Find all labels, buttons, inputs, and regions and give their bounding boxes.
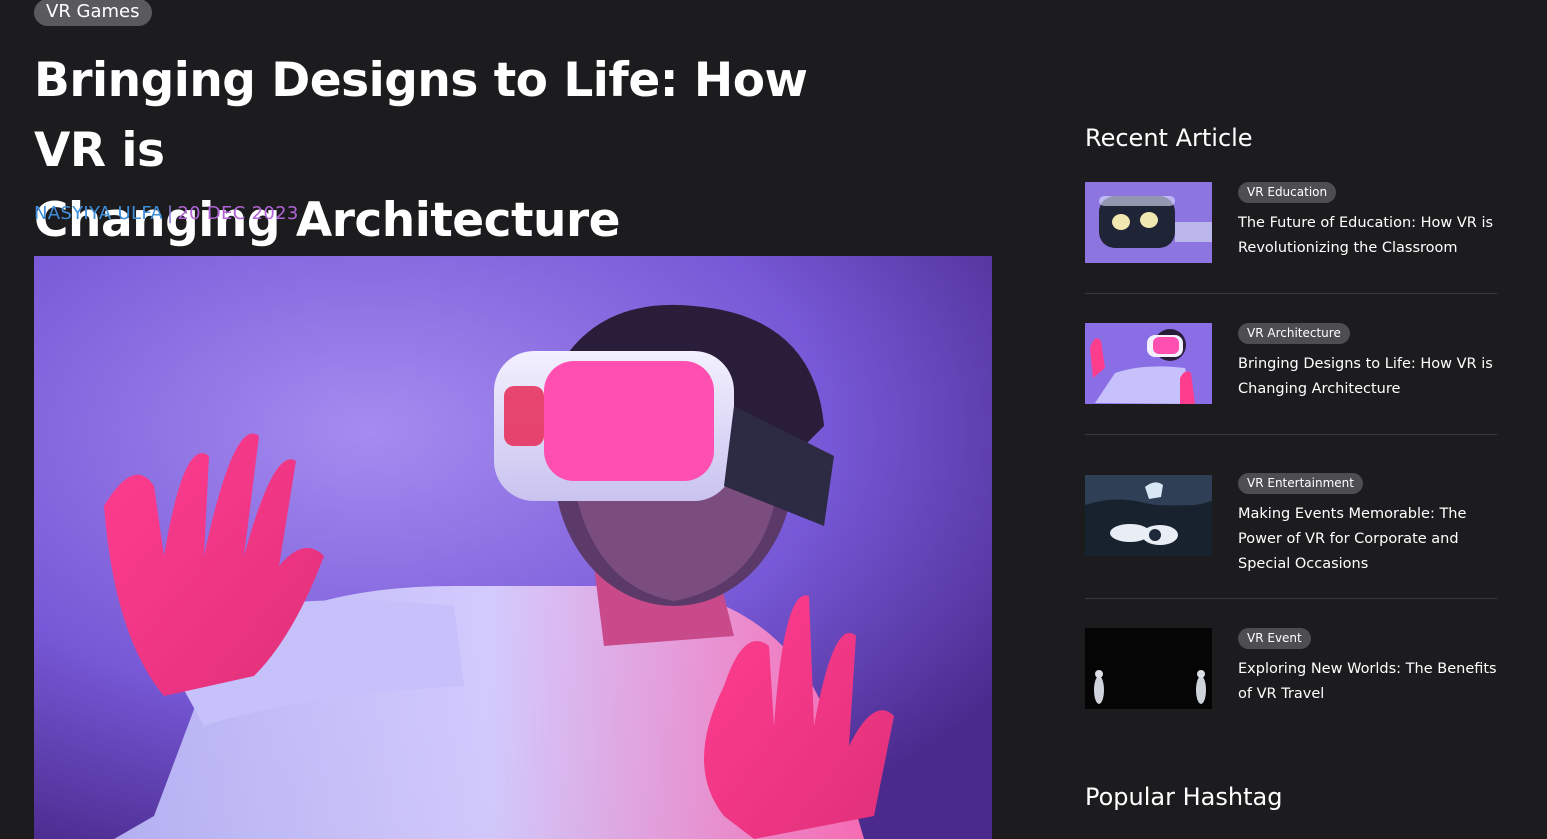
article-thumbnail[interactable]: [1085, 323, 1212, 404]
article-title-link[interactable]: The Future of Education: How VR is Revol…: [1238, 211, 1500, 261]
article-title-link[interactable]: Making Events Memorable: The Power of VR…: [1238, 502, 1500, 577]
article-title-line-1: Bringing Designs to Life: How VR is: [34, 53, 808, 178]
article-tag[interactable]: VR Education: [1238, 182, 1337, 203]
list-divider: [1085, 293, 1497, 294]
article-tag[interactable]: VR Architecture: [1238, 323, 1350, 344]
article-tag[interactable]: VR Entertainment: [1238, 473, 1363, 494]
article-tag[interactable]: VR Event: [1238, 628, 1311, 649]
recent-article-heading: Recent Article: [1085, 124, 1253, 152]
byline-separator: |: [166, 203, 174, 224]
publish-date: 20 DEC 2023: [177, 203, 299, 224]
author-name[interactable]: NASYIYA ULFA: [34, 203, 163, 224]
article-title-link[interactable]: Bringing Designs to Life: How VR is Chan…: [1238, 352, 1500, 402]
article-thumbnail[interactable]: [1085, 182, 1212, 263]
article-page: VR Games Bringing Designs to Life: How V…: [0, 0, 1547, 839]
article-thumbnail[interactable]: [1085, 475, 1212, 556]
byline: NASYIYA ULFA | 20 DEC 2023: [34, 203, 299, 224]
hero-illustration: [34, 256, 992, 839]
article-title-link[interactable]: Exploring New Worlds: The Benefits of VR…: [1238, 657, 1500, 707]
list-divider: [1085, 598, 1497, 599]
article-thumbnail[interactable]: [1085, 628, 1212, 709]
hero-image: [34, 256, 992, 839]
article-title: Bringing Designs to Life: How VR is Chan…: [34, 46, 854, 256]
list-divider: [1085, 434, 1497, 435]
popular-hashtag-heading: Popular Hashtag: [1085, 783, 1283, 811]
category-pill[interactable]: VR Games: [34, 0, 152, 26]
